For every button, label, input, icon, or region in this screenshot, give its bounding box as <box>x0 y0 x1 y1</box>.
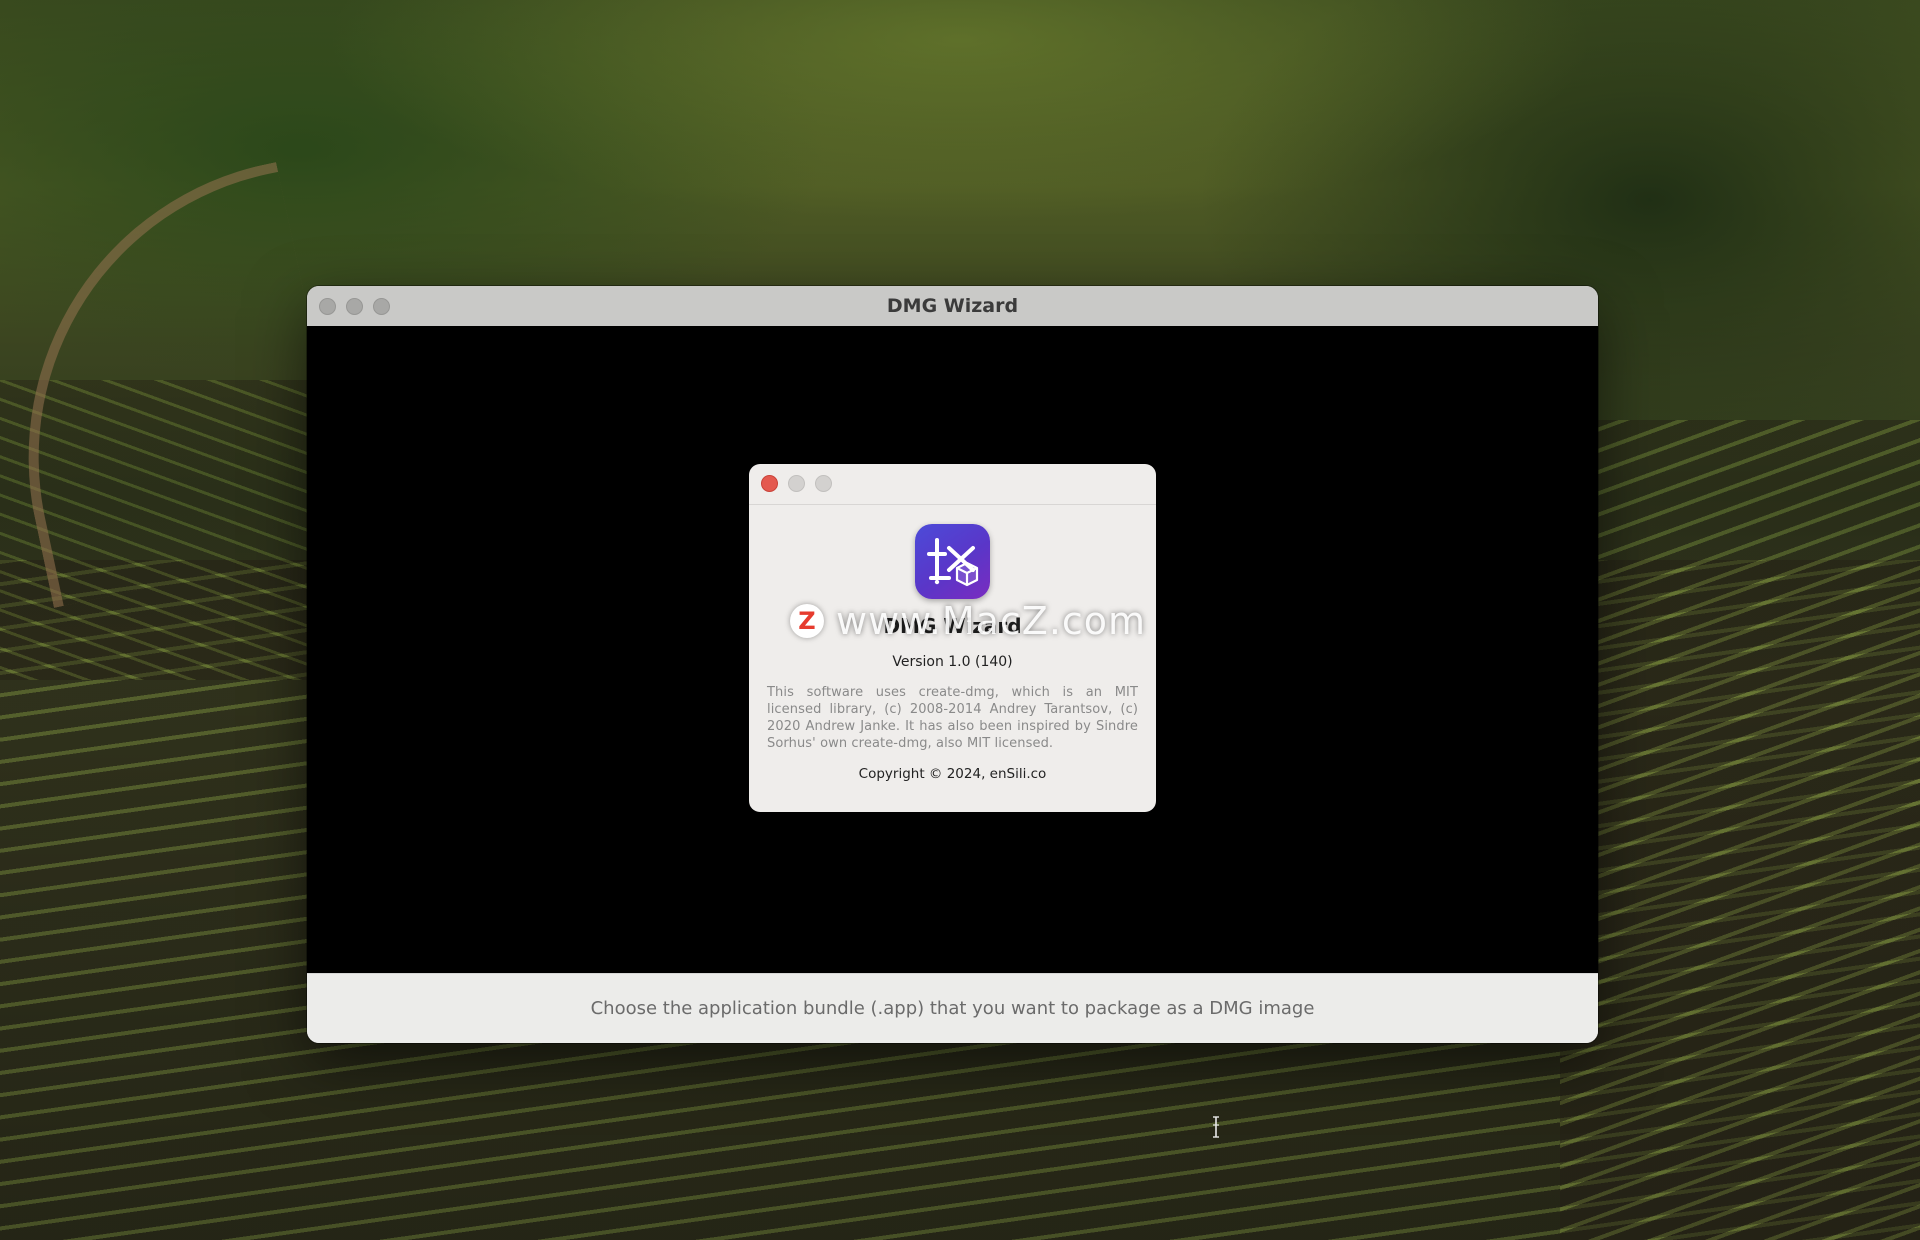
about-dialog: DMG Wizard Version 1.0 (140) This softwa… <box>749 464 1156 812</box>
about-dialog-titlebar[interactable] <box>749 464 1156 505</box>
copyright-label: Copyright © 2024, enSili.co <box>858 766 1047 782</box>
about-minimize-button <box>788 475 805 492</box>
text-cursor-icon <box>1213 1116 1219 1138</box>
dmg-wizard-logo-icon <box>927 538 979 587</box>
main-window-titlebar[interactable]: DMG Wizard <box>307 286 1598 327</box>
version-label: Version 1.0 (140) <box>892 654 1013 670</box>
about-close-button[interactable] <box>761 475 778 492</box>
credits-text: This software uses create-dmg, which is … <box>767 685 1138 751</box>
dirt-road <box>0 162 358 608</box>
window-title: DMG Wizard <box>886 295 1019 317</box>
vineyard-rows-right <box>1560 420 1920 1240</box>
status-text: Choose the application bundle (.app) tha… <box>590 998 1315 1019</box>
about-window-controls <box>761 475 832 492</box>
about-zoom-button <box>815 475 832 492</box>
app-name: DMG Wizard <box>883 614 1022 638</box>
status-bar: Choose the application bundle (.app) tha… <box>307 973 1598 1043</box>
app-icon <box>915 524 990 599</box>
